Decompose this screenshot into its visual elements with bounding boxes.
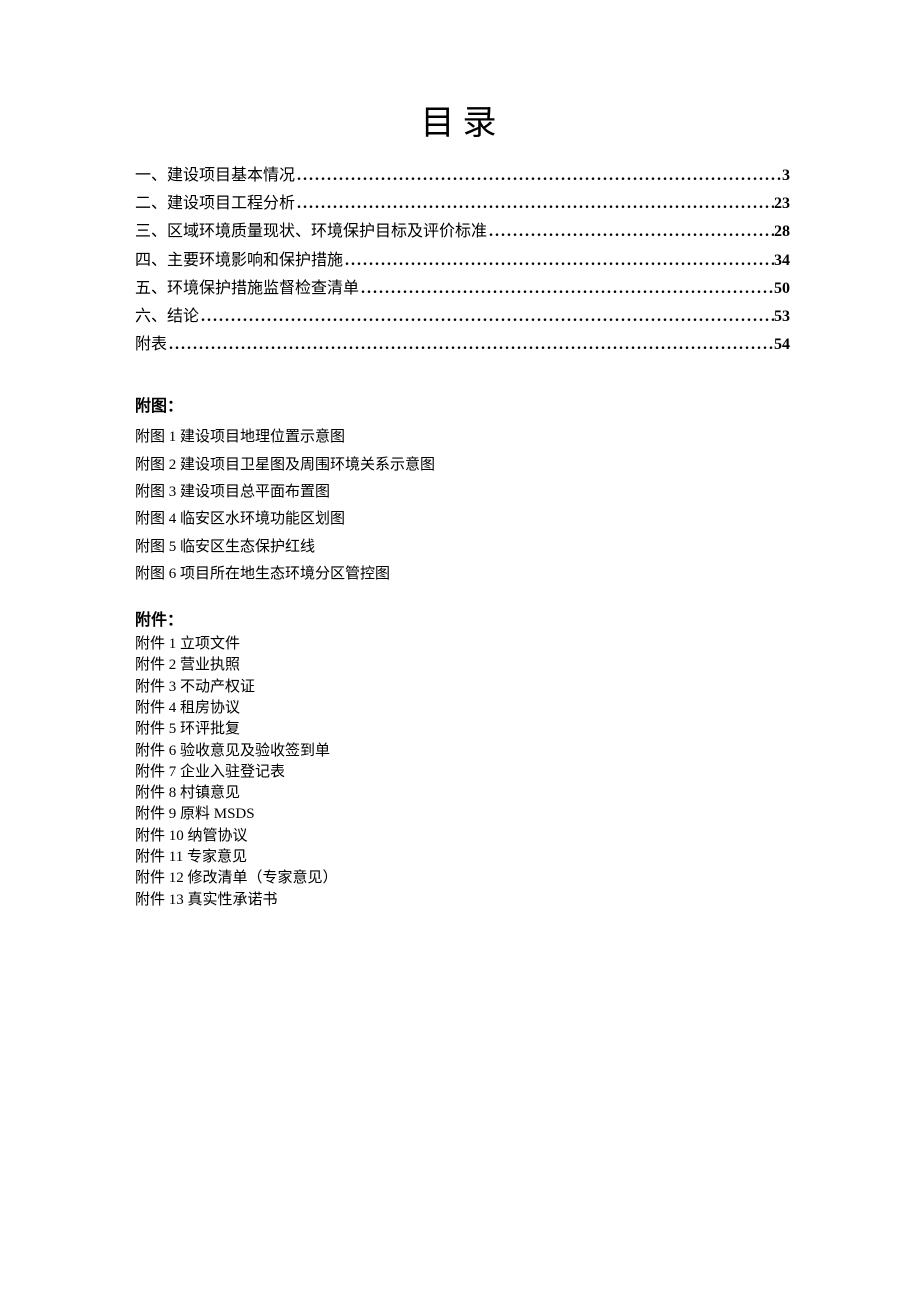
- toc-dots: [295, 190, 774, 217]
- list-item: 附件 2 营业执照: [135, 655, 790, 676]
- toc-label: 二、建设项目工程分析: [135, 190, 295, 217]
- toc-page: 23: [774, 190, 790, 217]
- toc-page: 54: [774, 331, 790, 358]
- page-title: 目录: [135, 95, 790, 144]
- toc-label: 三、区域环境质量现状、环境保护目标及评价标准: [135, 218, 487, 245]
- attachments-heading: 附件：: [135, 606, 790, 630]
- figures-heading: 附图：: [135, 392, 790, 416]
- list-item: 附图 1 建设项目地理位置示意图: [135, 424, 790, 451]
- list-item: 附图 3 建设项目总平面布置图: [135, 479, 790, 506]
- list-item: 附图 6 项目所在地生态环境分区管控图: [135, 561, 790, 588]
- toc-list: 一、建设项目基本情况 3 二、建设项目工程分析 23 三、区域环境质量现状、环境…: [135, 162, 790, 358]
- toc-dots: [343, 247, 774, 274]
- list-item: 附件 5 环评批复: [135, 719, 790, 740]
- toc-page: 50: [774, 275, 790, 302]
- toc-item: 六、结论 53: [135, 303, 790, 330]
- toc-page: 28: [774, 218, 790, 245]
- list-item: 附件 11 专家意见: [135, 847, 790, 868]
- toc-item: 二、建设项目工程分析 23: [135, 190, 790, 217]
- toc-page: 3: [782, 162, 790, 189]
- list-item: 附件 8 村镇意见: [135, 783, 790, 804]
- list-item: 附件 3 不动产权证: [135, 677, 790, 698]
- list-item: 附件 1 立项文件: [135, 634, 790, 655]
- list-item: 附件 4 租房协议: [135, 698, 790, 719]
- toc-dots: [199, 303, 774, 330]
- list-item: 附件 13 真实性承诺书: [135, 890, 790, 911]
- list-item: 附图 5 临安区生态保护红线: [135, 534, 790, 561]
- toc-item: 一、建设项目基本情况 3: [135, 162, 790, 189]
- list-item: 附件 7 企业入驻登记表: [135, 762, 790, 783]
- figures-list: 附图 1 建设项目地理位置示意图 附图 2 建设项目卫星图及周围环境关系示意图 …: [135, 424, 790, 588]
- toc-item: 五、环境保护措施监督检查清单 50: [135, 275, 790, 302]
- list-item: 附件 6 验收意见及验收签到单: [135, 741, 790, 762]
- list-item: 附件 12 修改清单（专家意见）: [135, 868, 790, 889]
- toc-label: 附表: [135, 331, 167, 358]
- list-item: 附图 4 临安区水环境功能区划图: [135, 506, 790, 533]
- list-item: 附图 2 建设项目卫星图及周围环境关系示意图: [135, 452, 790, 479]
- toc-label: 五、环境保护措施监督检查清单: [135, 275, 359, 302]
- list-item: 附件 10 纳管协议: [135, 826, 790, 847]
- toc-page: 34: [774, 247, 790, 274]
- toc-page: 53: [774, 303, 790, 330]
- toc-label: 一、建设项目基本情况: [135, 162, 295, 189]
- list-item: 附件 9 原料 MSDS: [135, 804, 790, 825]
- toc-item: 四、主要环境影响和保护措施 34: [135, 247, 790, 274]
- toc-item: 三、区域环境质量现状、环境保护目标及评价标准 28: [135, 218, 790, 245]
- toc-dots: [295, 162, 782, 189]
- attachments-list: 附件 1 立项文件 附件 2 营业执照 附件 3 不动产权证 附件 4 租房协议…: [135, 634, 790, 911]
- toc-item: 附表 54: [135, 331, 790, 358]
- toc-dots: [487, 218, 774, 245]
- toc-label: 六、结论: [135, 303, 199, 330]
- toc-dots: [167, 331, 774, 358]
- toc-label: 四、主要环境影响和保护措施: [135, 247, 343, 274]
- toc-dots: [359, 275, 774, 302]
